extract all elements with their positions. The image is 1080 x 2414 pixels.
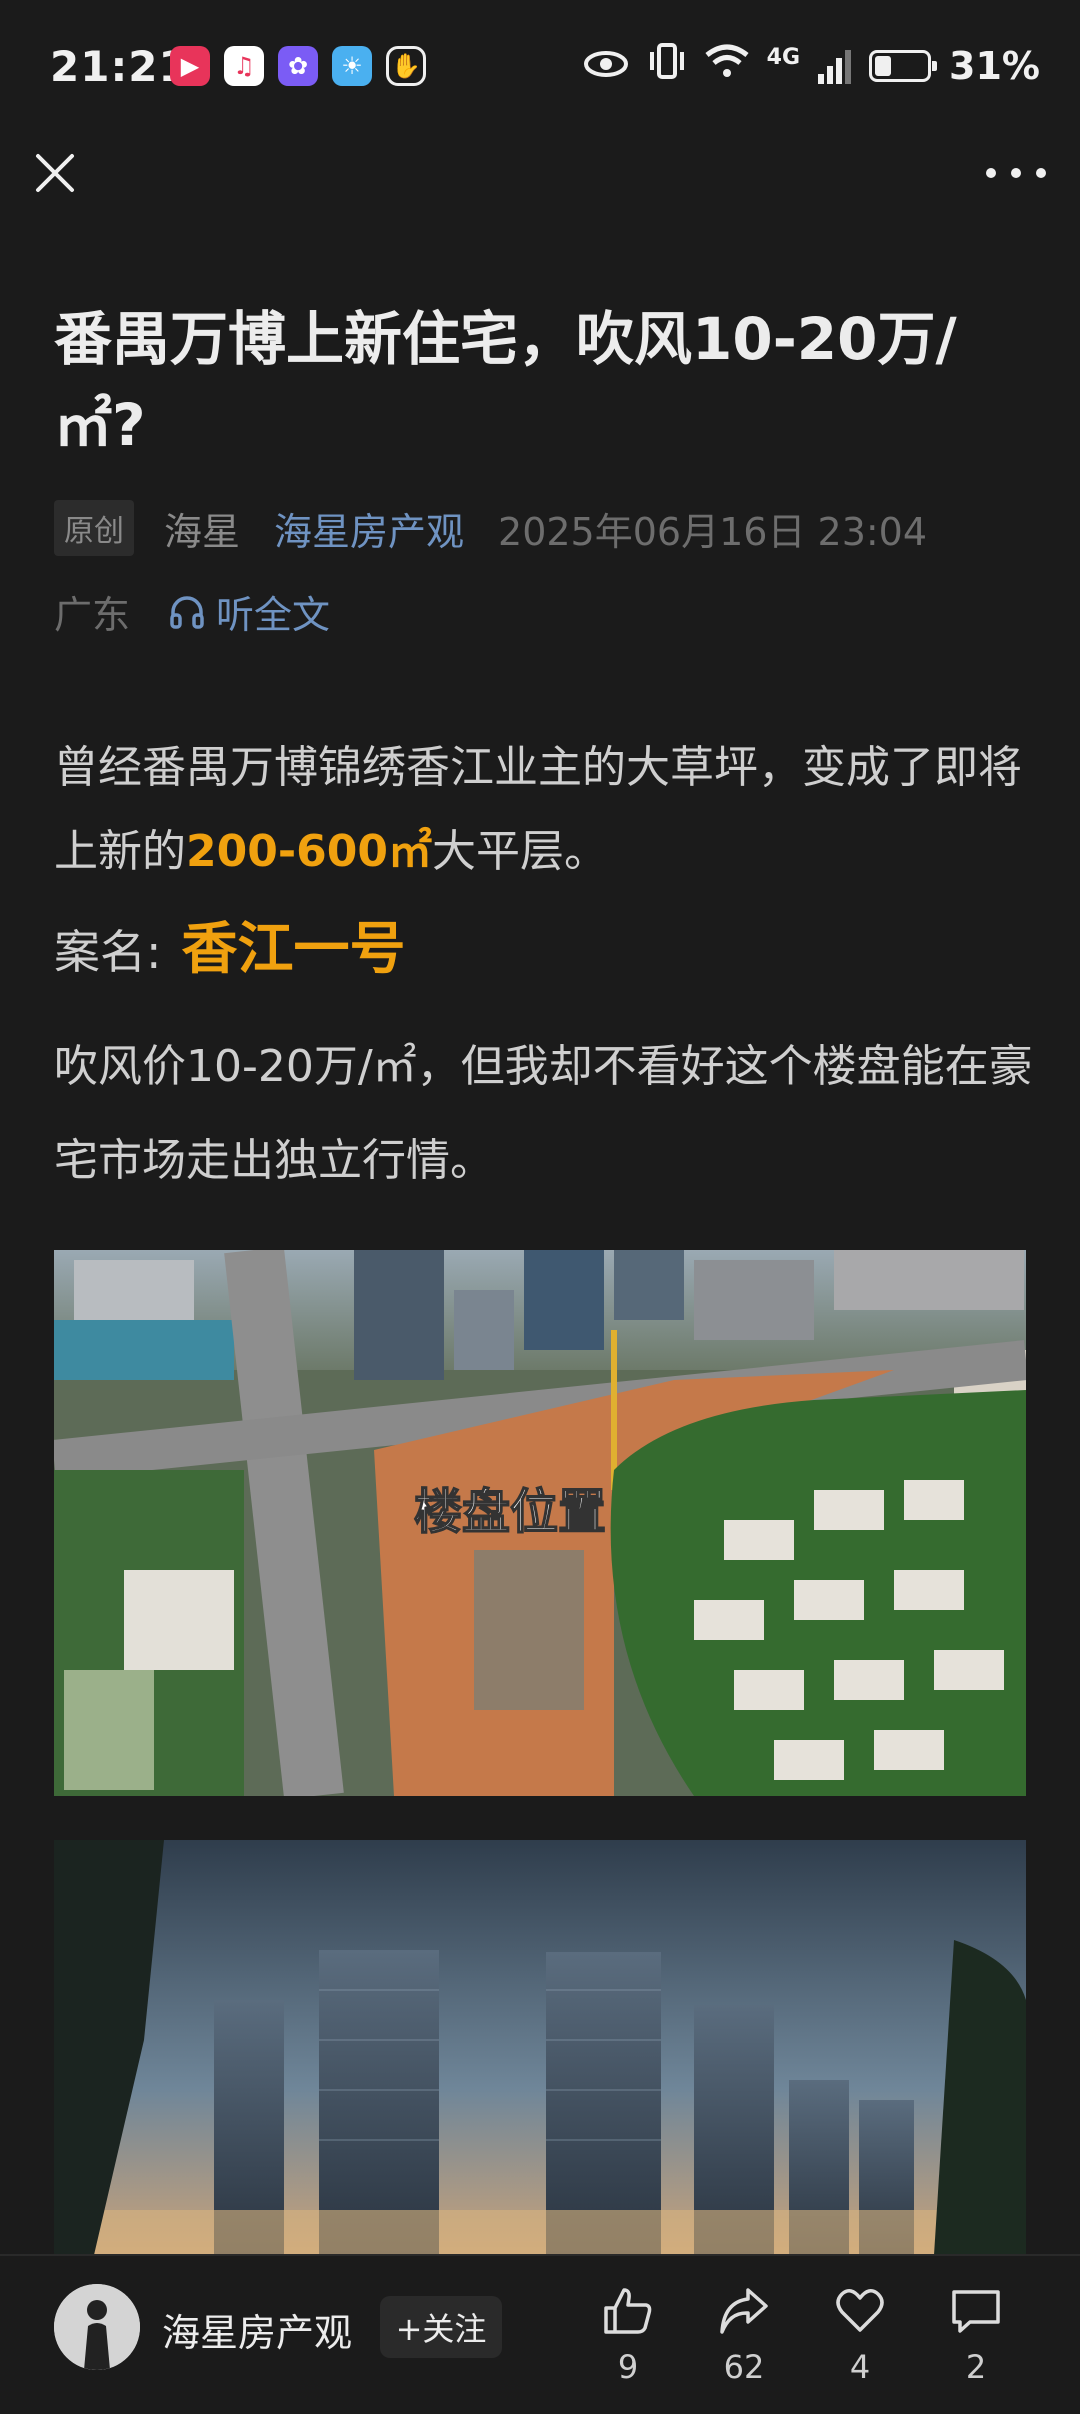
close-button[interactable] [32, 150, 78, 196]
article-meta: 原创 海星 海星房产观 2025年06月16日 23:04 [54, 500, 927, 556]
project-name-label: 案名: [54, 925, 162, 979]
battery-percent: 31% [949, 43, 1040, 88]
listen-label: 听全文 [216, 593, 331, 637]
weather-app-icon: ☀ [332, 46, 372, 86]
video-app-icon: ▶ [170, 46, 210, 86]
status-bar: 21:21 ▶ ♫ ✿ ☀ ✋ 4G 31% [0, 0, 1080, 136]
notification-icons: ▶ ♫ ✿ ☀ ✋ [170, 46, 426, 86]
paragraph-1: 曾经番禺万博锦绣香江业主的大草坪，变成了即将上新的200-600㎡大平层。 [54, 726, 1034, 894]
like-button[interactable]: 9 [573, 2286, 683, 2386]
paragraph-3: 吹风价10-20万/㎡，但我却不看好这个楼盘能在豪宅市场走出独立行情。 [54, 1041, 1033, 1186]
share-count: 62 [723, 2348, 765, 2386]
project-name: 香江一号 [181, 917, 406, 982]
bottom-bar: 海星房产观 +关注 9 62 4 2 [0, 2254, 1080, 2414]
paragraph-1-text-end: 大平层。 [431, 826, 608, 877]
follow-button[interactable]: +关注 [380, 2296, 502, 2358]
favorite-count: 4 [849, 2348, 871, 2386]
comment-icon [952, 2290, 1000, 2333]
listen-button[interactable]: 听全文 [168, 584, 330, 639]
article-title: 番禺万博上新住宅，吹风10-20万/㎡? [54, 305, 957, 459]
author-channel-name[interactable]: 海星房产观 [162, 2302, 352, 2357]
rendering-image[interactable] [54, 1840, 1026, 2255]
more-icon-dot [1011, 168, 1021, 178]
article-meta-2: 广东 听全文 [54, 584, 330, 639]
like-count: 9 [617, 2348, 639, 2386]
headphones-icon [170, 595, 204, 629]
more-icon-dot [986, 168, 996, 178]
comment-count: 2 [965, 2348, 987, 2386]
more-icon-dot [1036, 168, 1046, 178]
network-type: 4G [766, 45, 801, 70]
channel-link[interactable]: 海星房产观 [274, 501, 464, 556]
system-icons: 4G 31% [583, 42, 1040, 89]
close-icon [36, 154, 74, 192]
vibrate-icon [647, 42, 687, 89]
eye-icon [583, 44, 629, 88]
gallery-app-icon: ✿ [278, 46, 318, 86]
project-name-line: 案名: 香江一号 [54, 910, 1034, 992]
original-badge: 原创 [54, 500, 134, 556]
avatar[interactable] [54, 2284, 140, 2370]
highlight-area: 200-600㎡ [186, 826, 432, 877]
battery-icon [869, 49, 938, 82]
comment-button[interactable]: 2 [921, 2286, 1031, 2386]
image-caption: 楼盘位置 [414, 1484, 606, 1540]
gesture-icon: ✋ [386, 46, 426, 86]
thumbs-up-icon [604, 2288, 652, 2334]
publish-date: 2025年06月16日 23:04 [498, 509, 928, 554]
share-icon [720, 2288, 768, 2334]
share-button[interactable]: 62 [689, 2286, 799, 2386]
status-time: 21:21 [50, 42, 189, 91]
heart-icon [836, 2289, 884, 2332]
favorite-button[interactable]: 4 [805, 2286, 915, 2386]
signal-icon [818, 48, 852, 84]
music-app-icon: ♫ [224, 46, 264, 86]
aerial-site-image[interactable]: 楼盘位置 [54, 1250, 1026, 1796]
wifi-icon [705, 43, 749, 88]
author-name[interactable]: 海星 [164, 501, 240, 556]
region-label: 广东 [54, 593, 131, 637]
more-button[interactable] [986, 158, 1046, 188]
